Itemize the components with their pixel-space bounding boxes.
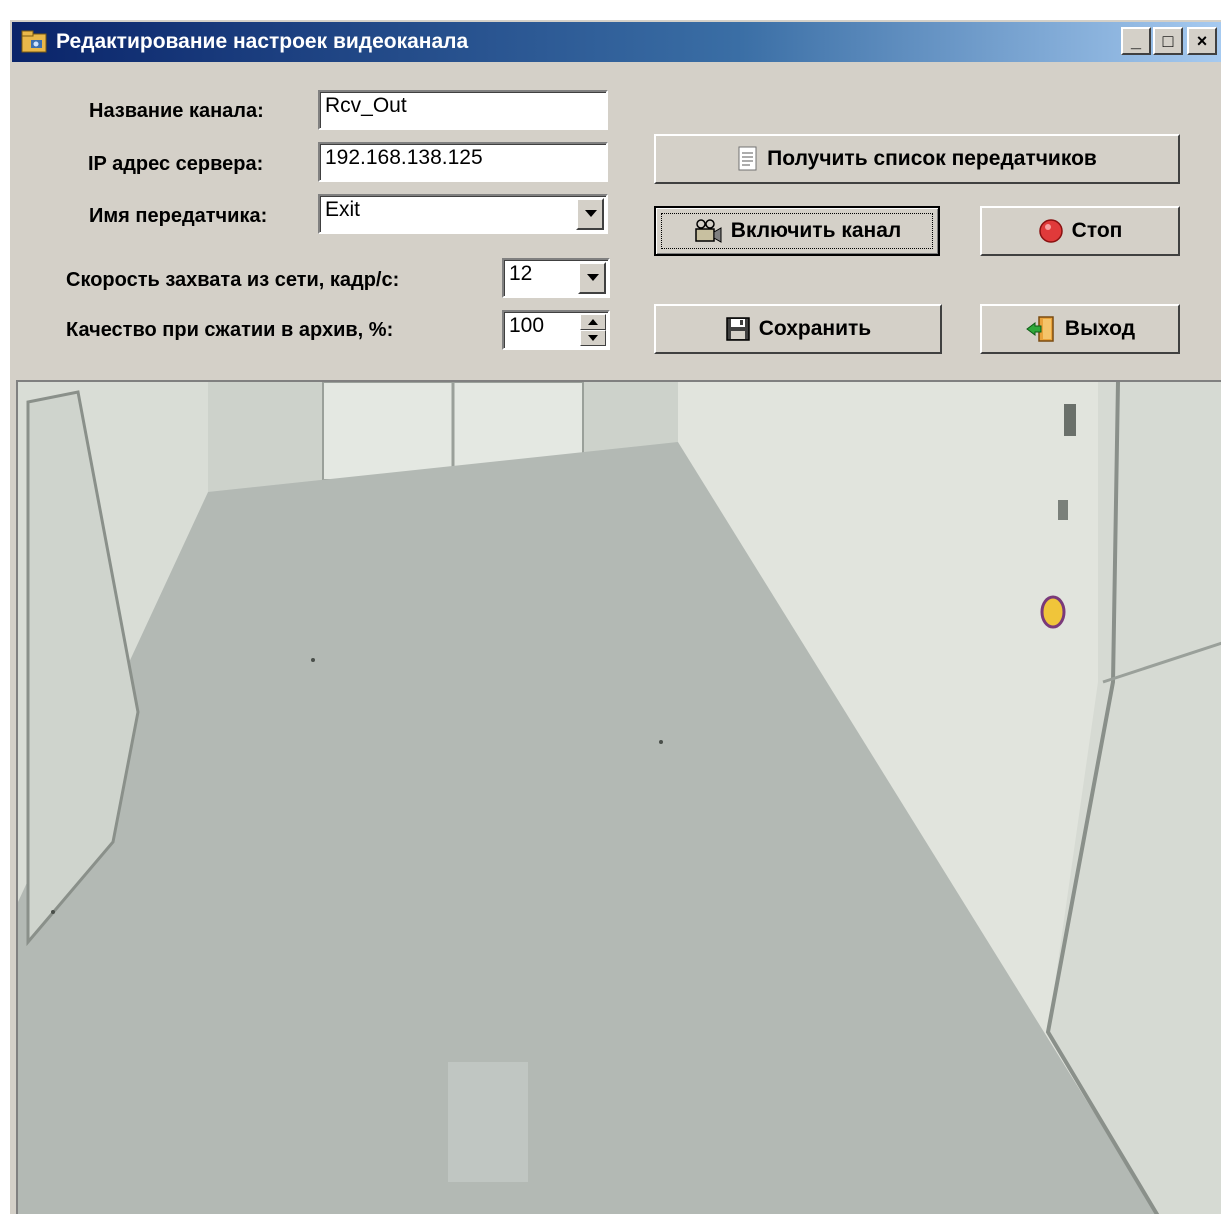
exit-label: Выход <box>1064 317 1136 340</box>
settings-window: Редактирование настроек видеоканала _ □ … <box>8 18 1221 1214</box>
save-button[interactable]: Сохранить <box>654 304 942 354</box>
corridor-camera-image <box>18 382 1221 1214</box>
enable-channel-button[interactable]: Включить канал <box>654 206 940 256</box>
capture-speed-label: Скорость захвата из сети, кадр/с: <box>66 269 400 291</box>
minimize-button[interactable]: _ <box>1121 27 1151 55</box>
channel-name-value: Rcv_Out <box>325 94 407 117</box>
transmitter-name-select[interactable]: Exit <box>318 194 608 234</box>
save-label: Сохранить <box>758 317 872 340</box>
exit-button[interactable]: Выход <box>980 304 1180 354</box>
chevron-down-icon[interactable] <box>576 198 604 230</box>
get-transmitters-button[interactable]: Получить список передатчиков <box>654 134 1180 184</box>
channel-name-label: Название канала: <box>89 100 264 122</box>
video-camera-icon <box>695 219 722 243</box>
exit-door-icon <box>1026 316 1054 342</box>
chevron-down-icon[interactable] <box>578 262 606 294</box>
stop-button[interactable]: Стоп <box>980 206 1180 256</box>
spin-down-icon[interactable] <box>580 330 606 346</box>
archive-quality-value: 100 <box>509 314 545 337</box>
archive-quality-label: Качество при сжатии в архив, %: <box>66 319 394 341</box>
server-ip-value: 192.168.138.125 <box>325 146 483 169</box>
title-bar[interactable]: Редактирование настроек видеоканала _ □ … <box>12 22 1221 62</box>
stop-circle-icon <box>1038 219 1063 243</box>
capture-speed-select[interactable]: 12 <box>502 258 610 298</box>
transmitter-name-label: Имя передатчика: <box>89 205 268 227</box>
spinner-controls[interactable] <box>580 314 606 346</box>
channel-name-input[interactable]: Rcv_Out <box>318 90 608 130</box>
transmitter-name-value: Exit <box>325 198 361 221</box>
capture-speed-value: 12 <box>509 262 533 285</box>
server-ip-label: IP адрес сервера: <box>88 153 264 175</box>
archive-quality-spinner[interactable]: 100 <box>502 310 610 350</box>
get-transmitters-label: Получить список передатчиков <box>767 147 1097 170</box>
floppy-disk-icon <box>726 317 750 341</box>
window-title: Редактирование настроек видеоканала <box>56 30 469 53</box>
stop-label: Стоп <box>1071 219 1123 242</box>
server-ip-input[interactable]: 192.168.138.125 <box>318 142 608 182</box>
maximize-button[interactable]: □ <box>1153 27 1183 55</box>
spin-up-icon[interactable] <box>580 314 606 330</box>
document-list-icon <box>738 146 757 171</box>
close-button[interactable]: × <box>1187 27 1217 55</box>
folder-camera-icon <box>21 30 47 53</box>
video-preview <box>16 380 1221 1214</box>
